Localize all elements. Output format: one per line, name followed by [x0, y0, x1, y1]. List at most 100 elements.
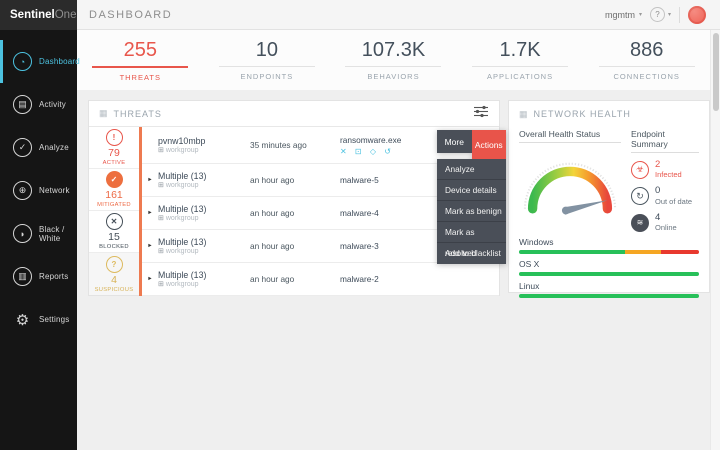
wifi-icon: ≋ — [631, 214, 649, 232]
caret-right-icon[interactable]: ► — [142, 177, 158, 183]
summary-label: Out of date — [655, 197, 692, 206]
group-name: workgroup — [166, 147, 199, 154]
tab-more[interactable]: More — [437, 130, 472, 153]
sidebar-item-dashboard[interactable]: ◔ Dashboard — [0, 40, 77, 83]
workgroup-icon: ⊞ — [158, 146, 164, 154]
kpi-strip: 255 THREATS 10 ENDPOINTS 107.3K BEHAVIOR… — [77, 30, 710, 90]
status-filter-suspicious[interactable]: ? 4 SUSPICIOUS — [89, 253, 139, 295]
kpi-underline — [599, 66, 695, 67]
kpi-connections[interactable]: 886 CONNECTIONS — [583, 30, 710, 90]
top-header: DASHBOARD mgmtm ▾ ? ▾ — [77, 0, 720, 30]
os-bar-linux: Linux — [519, 281, 699, 298]
menu-item-mark-benign[interactable]: Mark as benign — [437, 201, 506, 222]
device-group: ⊞workgroup — [158, 181, 250, 189]
sidebar-item-label: Analyze — [39, 143, 69, 152]
filter-sliders-icon[interactable] — [473, 105, 489, 123]
os-health-bar — [519, 294, 699, 298]
page-title: DASHBOARD — [77, 9, 172, 21]
group-name: workgroup — [166, 281, 199, 288]
threat-time: 35 minutes ago — [250, 140, 340, 150]
device-cell: Multiple (13) ⊞workgroup — [158, 171, 250, 189]
kpi-value: 107.3K — [330, 39, 457, 62]
settings-gear-icon: ⚙ — [13, 310, 32, 329]
sidebar-item-label: Activity — [39, 100, 66, 109]
summary-count: 2 — [655, 160, 682, 170]
logo-light: One — [55, 9, 77, 21]
status-label: BLOCKED — [99, 244, 129, 250]
mitigated-shield-icon: ✓ — [106, 171, 123, 188]
sidebar-item-settings[interactable]: ⚙ Settings — [0, 298, 77, 341]
menu-item-analyze[interactable]: Analyze — [437, 159, 506, 180]
help-dropdown[interactable]: ? ▾ — [650, 7, 671, 22]
kpi-underline — [345, 66, 441, 67]
caret-right-icon[interactable]: ► — [142, 243, 158, 249]
context-menu-tabs: More Actions — [437, 130, 506, 153]
threat-action-icons[interactable]: ✕ ⊡ ◇ ↺ — [340, 147, 401, 156]
menu-item-add-blacklist[interactable]: Add to blacklist — [437, 243, 506, 264]
row-context-menu: More Actions Analyze Device details Mark… — [437, 130, 506, 264]
blocked-shield-icon: ✕ — [106, 213, 123, 230]
status-label: ACTIVE — [103, 160, 126, 166]
status-label: MITIGATED — [97, 202, 131, 208]
biohazard-icon: ☣ — [631, 161, 649, 179]
threat-time: an hour ago — [250, 175, 340, 185]
gauge-icon: ◔ — [13, 52, 32, 71]
sidebar-item-black-white[interactable]: ◗ Black / White — [0, 212, 77, 255]
threat-name: malware-5 — [340, 175, 379, 185]
os-bar-osx: OS X — [519, 259, 699, 276]
scrollbar-thumb[interactable] — [713, 33, 719, 111]
status-filter-blocked[interactable]: ✕ 15 BLOCKED — [89, 211, 139, 253]
activity-icon: ▤ — [13, 95, 32, 114]
device-name: Multiple (13) — [158, 204, 250, 214]
kpi-threats[interactable]: 255 THREATS — [77, 30, 204, 90]
os-name: Windows — [519, 237, 699, 247]
menu-item-device-details[interactable]: Device details — [437, 180, 506, 201]
tab-actions[interactable]: Actions — [472, 130, 507, 159]
kpi-behaviors[interactable]: 107.3K BEHAVIORS — [330, 30, 457, 90]
status-count: 79 — [108, 147, 120, 159]
network-globe-icon: ⊕ — [13, 181, 32, 200]
status-count: 15 — [108, 231, 120, 243]
sidebar-item-network[interactable]: ⊕ Network — [0, 169, 77, 212]
kpi-underline — [219, 66, 315, 67]
kpi-label: THREATS — [77, 73, 204, 82]
sidebar-item-label: Settings — [39, 315, 70, 324]
menu-item-mark-resolved[interactable]: Mark as resolved — [437, 222, 506, 243]
app-logo: SentinelOne — [0, 0, 77, 30]
threats-panel-title: THREATS — [114, 109, 162, 119]
kpi-value: 255 — [77, 39, 204, 62]
user-avatar[interactable] — [688, 6, 706, 24]
caret-right-icon[interactable]: ► — [142, 276, 158, 282]
account-dropdown[interactable]: mgmtm ▾ — [605, 10, 642, 20]
threats-panel-header: ▦ THREATS — [89, 101, 499, 127]
caret-right-icon[interactable]: ► — [142, 210, 158, 216]
header-divider — [679, 7, 680, 23]
threat-row[interactable]: ► Multiple (13) ⊞workgroup an hour ago m… — [142, 263, 499, 296]
health-gauge-section: Overall Health Status — [519, 129, 621, 232]
sidebar-item-label: Reports — [39, 272, 68, 281]
caret-down-icon: ▾ — [668, 11, 671, 18]
sidebar-item-reports[interactable]: ▥ Reports — [0, 255, 77, 298]
kpi-label: BEHAVIORS — [330, 72, 457, 81]
device-group: ⊞workgroup — [158, 214, 250, 222]
sentinelone-dashboard: SentinelOne ◔ Dashboard ▤ Activity ✓ Ana… — [0, 0, 720, 450]
sidebar-item-analyze[interactable]: ✓ Analyze — [0, 126, 77, 169]
summary-text: 0 Out of date — [655, 186, 692, 205]
threat-time: an hour ago — [250, 241, 340, 251]
os-bar-windows: Windows — [519, 237, 699, 254]
workgroup-icon: ⊞ — [158, 280, 164, 288]
threat-name: malware-3 — [340, 241, 379, 251]
kpi-applications[interactable]: 1.7K APPLICATIONS — [457, 30, 584, 90]
status-count: 161 — [105, 189, 123, 201]
status-filter-active[interactable]: ! 79 ACTIVE — [89, 127, 139, 169]
kpi-endpoints[interactable]: 10 ENDPOINTS — [204, 30, 331, 90]
summary-title: Endpoint Summary — [631, 129, 699, 153]
help-icon: ? — [650, 7, 665, 22]
os-name: OS X — [519, 259, 699, 269]
active-threat-icon: ! — [106, 129, 123, 146]
threat-name: ransomware.exe — [340, 135, 401, 145]
network-panel-header: ▦ NETWORK HEALTH — [519, 101, 699, 127]
sidebar-item-activity[interactable]: ▤ Activity — [0, 83, 77, 126]
os-name: Linux — [519, 281, 699, 291]
status-filter-mitigated[interactable]: ✓ 161 MITIGATED — [89, 169, 139, 211]
